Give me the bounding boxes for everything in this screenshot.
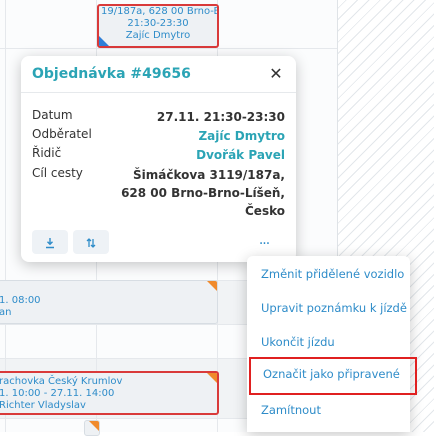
- event-flag-icon: [207, 281, 217, 291]
- event-time: 1. 10:00 - 27.11. 14:00: [0, 388, 115, 399]
- menu-item-edit-note[interactable]: Upravit poznámku k jízdě: [247, 291, 410, 325]
- field-label: Odběratel: [32, 127, 92, 141]
- destination-line: Šimáčkova 3119/187a,: [133, 168, 285, 182]
- menu-item-reject[interactable]: Zamítnout: [247, 393, 410, 427]
- download-button[interactable]: [32, 230, 68, 254]
- column-divider: [5, 0, 6, 432]
- calendar-event[interactable]: [84, 420, 100, 436]
- calendar-event[interactable]: rachovka Český Krumlov 1. 10:00 - 27.11.…: [0, 371, 219, 415]
- event-text: an: [0, 307, 12, 318]
- more-options-button[interactable]: ...: [252, 230, 276, 254]
- popup-title: Objednávka #49656: [32, 66, 191, 82]
- field-value: 27.11. 21:30-23:30: [156, 110, 285, 124]
- field-label: Cíl cesty: [32, 166, 83, 180]
- order-popup: Objednávka #49656 ✕ Datum 27.11. 21:30-2…: [21, 56, 296, 262]
- field-label: Řidič: [32, 146, 62, 160]
- event-title: rachovka Český Krumlov: [0, 376, 123, 387]
- destination-value: Šimáčkova 3119/187a, 628 00 Brno-Brno-Lí…: [121, 166, 285, 220]
- menu-item-change-vehicle[interactable]: Změnit přidělené vozidlo: [247, 257, 410, 291]
- destination-line: Česko: [245, 204, 285, 218]
- menu-item-mark-ready[interactable]: Označit jako připravené: [249, 357, 417, 395]
- event-driver: Zajíc Dmytro: [125, 30, 191, 41]
- context-menu: Změnit přidělené vozidlo Upravit poznámk…: [247, 256, 417, 432]
- popup-header: Objednávka #49656 ✕: [21, 56, 296, 93]
- calendar-event-selected[interactable]: 19/187a, 628 00 Brno-Brno 21:30-23:30 Za…: [97, 4, 219, 48]
- swap-button[interactable]: [73, 230, 109, 254]
- customer-link[interactable]: Zajíc Dmytro: [198, 127, 285, 145]
- menu-item-end-ride[interactable]: Ukončit jízdu: [247, 325, 410, 359]
- driver-link[interactable]: Dvořák Pavel: [196, 146, 285, 164]
- calendar-event[interactable]: 1. 08:00 an: [0, 280, 218, 324]
- event-flag-icon: [99, 36, 109, 46]
- download-icon: [46, 237, 54, 248]
- swap-vertical-icon: [86, 237, 96, 248]
- event-flag-icon: [89, 421, 99, 431]
- event-time: 1. 08:00: [0, 295, 41, 306]
- event-address: 19/187a, 628 00 Brno-Brno: [101, 6, 217, 17]
- destination-line: 628 00 Brno-Brno-Líšeň,: [121, 186, 285, 200]
- event-flag-icon: [207, 373, 217, 383]
- close-icon[interactable]: ✕: [266, 64, 286, 84]
- field-label: Datum: [32, 108, 73, 122]
- event-time: 21:30-23:30: [127, 18, 189, 29]
- event-driver: Richter Vladyslav: [0, 400, 86, 411]
